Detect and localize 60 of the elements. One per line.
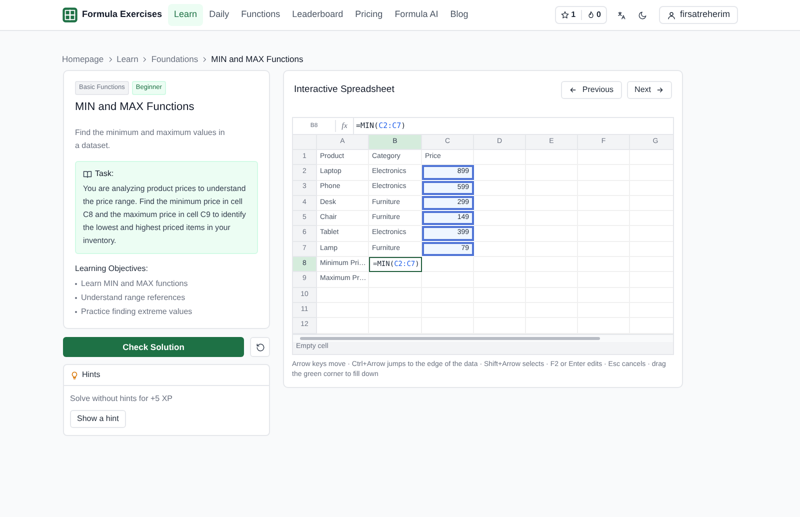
- table-cell[interactable]: [369, 272, 422, 288]
- user-button[interactable]: firsatreherim: [658, 6, 738, 24]
- next-button[interactable]: Next: [626, 81, 672, 99]
- breadcrumb-link[interactable]: Learn: [116, 52, 138, 66]
- nav-link[interactable]: Functions: [235, 4, 286, 26]
- table-cell[interactable]: [317, 302, 369, 318]
- chevron-right-icon: [106, 56, 114, 62]
- arrow-right-icon: [656, 86, 664, 94]
- table-cell[interactable]: [578, 150, 630, 166]
- table-cell[interactable]: [474, 180, 526, 196]
- table-cell[interactable]: [526, 150, 578, 166]
- table-cell[interactable]: [317, 288, 369, 303]
- arrow-left-icon: [569, 86, 578, 94]
- function-label: fx: [335, 120, 353, 132]
- objectives-title: Learning Objectives:: [75, 263, 149, 276]
- table-cell[interactable]: [474, 242, 526, 258]
- table-cell[interactable]: [474, 226, 526, 242]
- reset-button[interactable]: [250, 337, 270, 358]
- lightbulb-icon: [70, 370, 79, 380]
- breadcrumb-link[interactable]: Foundations: [151, 52, 198, 66]
- logo-icon: [62, 7, 78, 23]
- chevron-right-icon: [141, 56, 148, 62]
- objective-item: Learn MIN and MAX functions: [81, 278, 188, 290]
- chevron-right-icon: [201, 56, 208, 62]
- reset-icon: [256, 342, 264, 352]
- book-icon: [83, 170, 92, 179]
- hints-note: Solve without hints for +5 XP: [70, 393, 174, 406]
- table-cell[interactable]: [422, 272, 474, 288]
- objective-item: Understand range references: [81, 292, 186, 304]
- star-count: 1: [571, 9, 576, 21]
- table-cell[interactable]: [474, 165, 526, 181]
- table-cell[interactable]: [474, 196, 526, 212]
- objective-item: Practice finding extreme values: [81, 306, 192, 318]
- show-hint-button[interactable]: Show a hint: [70, 410, 126, 428]
- nav-link[interactable]: Learn: [168, 4, 204, 26]
- streak-count: 0: [596, 9, 601, 21]
- task-title: Task:: [95, 168, 114, 180]
- star-icon: [561, 11, 570, 19]
- spreadsheet-title: Interactive Spreadsheet: [294, 82, 396, 97]
- table-cell[interactable]: [422, 257, 474, 272]
- lesson-title: MIN and MAX Functions: [75, 100, 196, 115]
- lesson-description: Find the minimum and maximum values in a dataset.: [75, 127, 226, 152]
- table-cell[interactable]: [474, 150, 526, 166]
- table-cell[interactable]: [474, 257, 526, 272]
- previous-button[interactable]: Previous: [561, 81, 622, 99]
- breadcrumb-current: MIN and MAX Functions: [211, 52, 304, 66]
- breadcrumb-link[interactable]: Homepage: [62, 52, 104, 66]
- nav-link[interactable]: Daily: [203, 4, 236, 26]
- brand-name: Formula Exercises: [82, 8, 162, 22]
- moon-icon: [638, 10, 648, 20]
- translate-icon: [617, 10, 626, 20]
- table-cell[interactable]: [474, 211, 526, 226]
- flame-icon: [586, 11, 595, 19]
- check-solution-button[interactable]: Check Solution: [63, 337, 244, 358]
- nav-link[interactable]: Blog: [444, 4, 474, 26]
- hints-title: Hints: [82, 369, 100, 382]
- nav-link[interactable]: Formula AI: [388, 4, 444, 26]
- nav-link[interactable]: Leaderboard: [286, 4, 350, 26]
- user-icon: [666, 10, 676, 20]
- nav-link[interactable]: Pricing: [349, 4, 389, 26]
